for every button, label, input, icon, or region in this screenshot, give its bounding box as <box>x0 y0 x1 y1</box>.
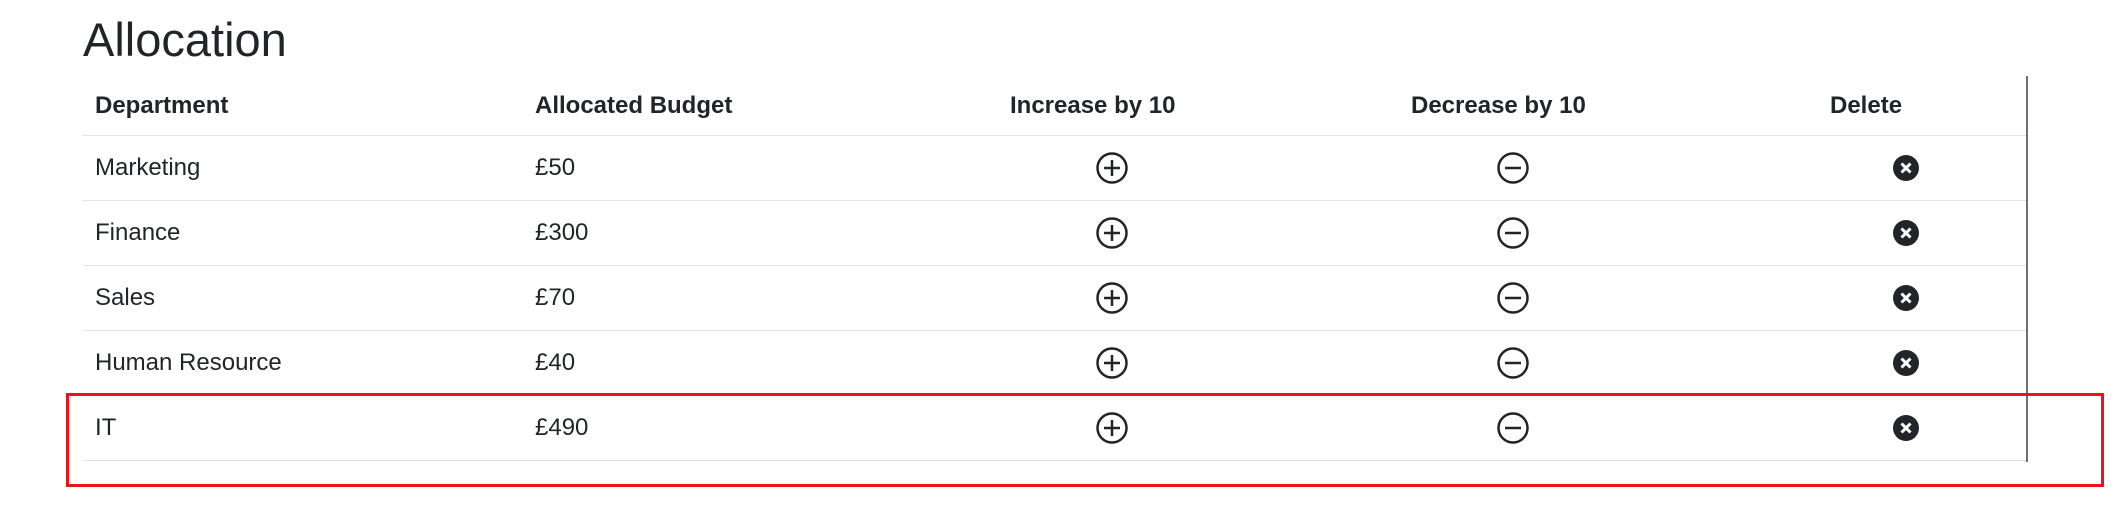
x-circle-filled-icon[interactable] <box>1892 284 1920 312</box>
department-name: Sales <box>95 284 156 311</box>
page-title: Allocation <box>83 13 287 66</box>
x-circle-filled-icon[interactable] <box>1892 349 1920 377</box>
allocation-page: Allocation Department Allocated Budget I… <box>0 0 2120 506</box>
minus-circle-icon[interactable] <box>1496 216 1530 250</box>
allocated-budget: £490 <box>535 414 589 441</box>
table-row: Sales £70 <box>83 266 2026 331</box>
plus-circle-icon[interactable] <box>1095 151 1129 185</box>
header-increase: Increase by 10 <box>1010 91 1176 119</box>
minus-circle-icon[interactable] <box>1496 346 1530 380</box>
plus-circle-icon[interactable] <box>1095 216 1129 250</box>
header-allocated-budget: Allocated Budget <box>535 91 733 119</box>
department-name: IT <box>95 414 117 441</box>
allocation-table: Department Allocated Budget Increase by … <box>83 76 2028 462</box>
header-department: Department <box>95 91 229 119</box>
minus-circle-icon[interactable] <box>1496 411 1530 445</box>
minus-circle-icon[interactable] <box>1496 281 1530 315</box>
plus-circle-icon[interactable] <box>1095 411 1129 445</box>
table-header-row: Department Allocated Budget Increase by … <box>83 76 2026 136</box>
allocated-budget: £50 <box>535 154 576 181</box>
x-circle-filled-icon[interactable] <box>1892 414 1920 442</box>
plus-circle-icon[interactable] <box>1095 281 1129 315</box>
minus-circle-icon[interactable] <box>1496 151 1530 185</box>
allocated-budget: £70 <box>535 284 576 311</box>
table-row: IT £490 <box>83 396 2026 461</box>
department-name: Finance <box>95 219 181 246</box>
x-circle-filled-icon[interactable] <box>1892 154 1920 182</box>
allocated-budget: £40 <box>535 349 576 376</box>
table-row: Human Resource £40 <box>83 331 2026 396</box>
table-row: Finance £300 <box>83 201 2026 266</box>
table-row: Marketing £50 <box>83 136 2026 201</box>
header-delete: Delete <box>1830 91 1903 119</box>
plus-circle-icon[interactable] <box>1095 346 1129 380</box>
department-name: Marketing <box>95 154 201 181</box>
header-decrease: Decrease by 10 <box>1411 91 1586 119</box>
allocated-budget: £300 <box>535 219 589 246</box>
x-circle-filled-icon[interactable] <box>1892 219 1920 247</box>
department-name: Human Resource <box>95 349 282 376</box>
